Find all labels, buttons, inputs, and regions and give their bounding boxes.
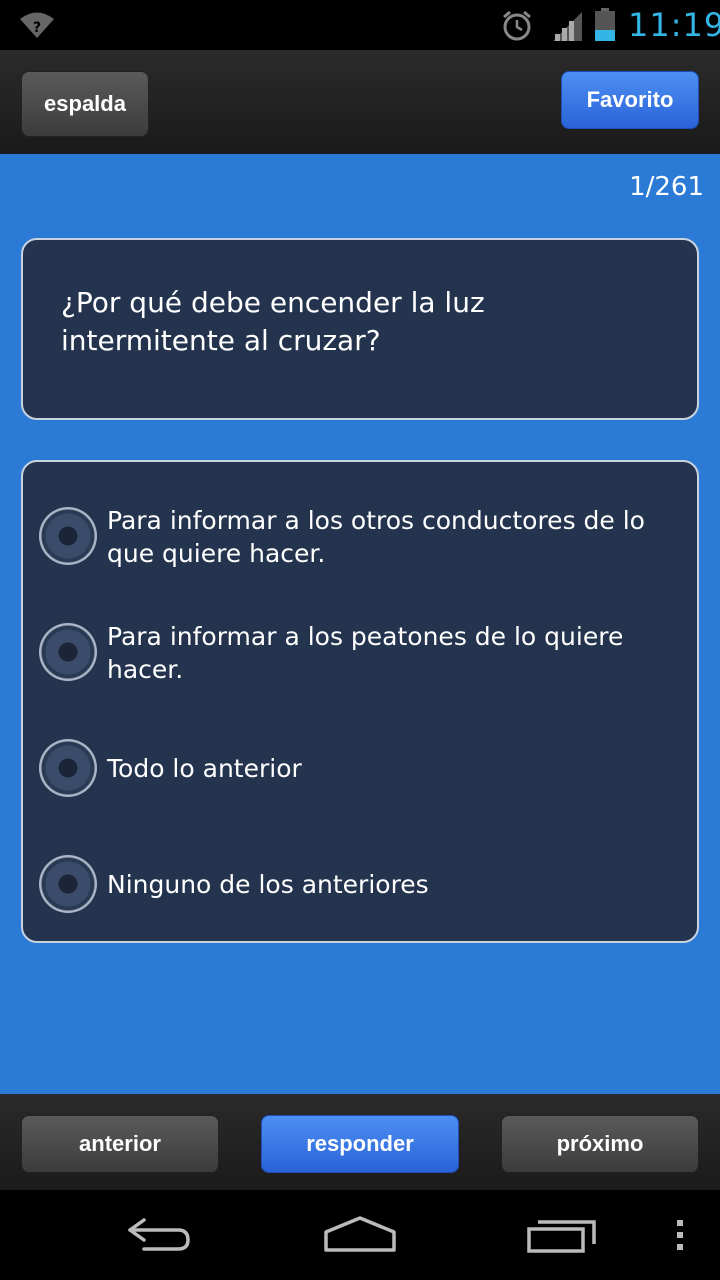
back-button[interactable]: espalda	[21, 71, 149, 137]
action-bar: espalda Favorito	[0, 50, 720, 154]
svg-text:?: ?	[33, 20, 41, 36]
answer-option-label: Para informar a los otros conductores de…	[107, 506, 645, 568]
wifi-icon: ?	[18, 10, 56, 44]
radio-button[interactable]	[39, 507, 97, 565]
question-text: ¿Por qué debe encender la luz intermiten…	[61, 286, 485, 357]
next-button[interactable]: próximo	[501, 1115, 699, 1173]
status-bar: ? 11:19	[0, 0, 720, 50]
signal-icon	[553, 10, 583, 46]
quiz-area: 1/261 ¿Por qué debe encender la luz inte…	[0, 154, 720, 1094]
overflow-menu-icon[interactable]	[674, 1218, 686, 1256]
answer-option-label: Para informar a los peatones de lo quier…	[107, 622, 624, 684]
answer-option-2[interactable]: Para informar a los peatones de lo quier…	[23, 602, 697, 702]
recents-icon[interactable]	[526, 1214, 600, 1258]
radio-button[interactable]	[39, 623, 97, 681]
previous-button[interactable]: anterior	[21, 1115, 219, 1173]
clock: 11:19	[628, 6, 720, 44]
home-icon[interactable]	[322, 1214, 398, 1258]
radio-button[interactable]	[39, 855, 97, 913]
bottom-button-bar: anterior responder próximo	[0, 1094, 720, 1190]
answers-card: Para informar a los otros conductores de…	[21, 460, 699, 943]
answer-option-4[interactable]: Ninguno de los anteriores	[23, 834, 697, 934]
battery-icon	[594, 8, 616, 46]
system-nav-bar	[0, 1190, 720, 1280]
question-card: ¿Por qué debe encender la luz intermiten…	[21, 238, 699, 420]
answer-button[interactable]: responder	[261, 1115, 459, 1173]
question-counter: 1/261	[629, 172, 704, 202]
favorite-button[interactable]: Favorito	[561, 71, 699, 129]
radio-button[interactable]	[39, 739, 97, 797]
answer-option-label: Ninguno de los anteriores	[107, 870, 429, 899]
answer-option-1[interactable]: Para informar a los otros conductores de…	[23, 486, 697, 586]
back-icon[interactable]	[124, 1214, 194, 1258]
answer-option-label: Todo lo anterior	[107, 754, 302, 783]
alarm-clock-icon	[500, 10, 534, 46]
answer-option-3[interactable]: Todo lo anterior	[23, 718, 697, 818]
